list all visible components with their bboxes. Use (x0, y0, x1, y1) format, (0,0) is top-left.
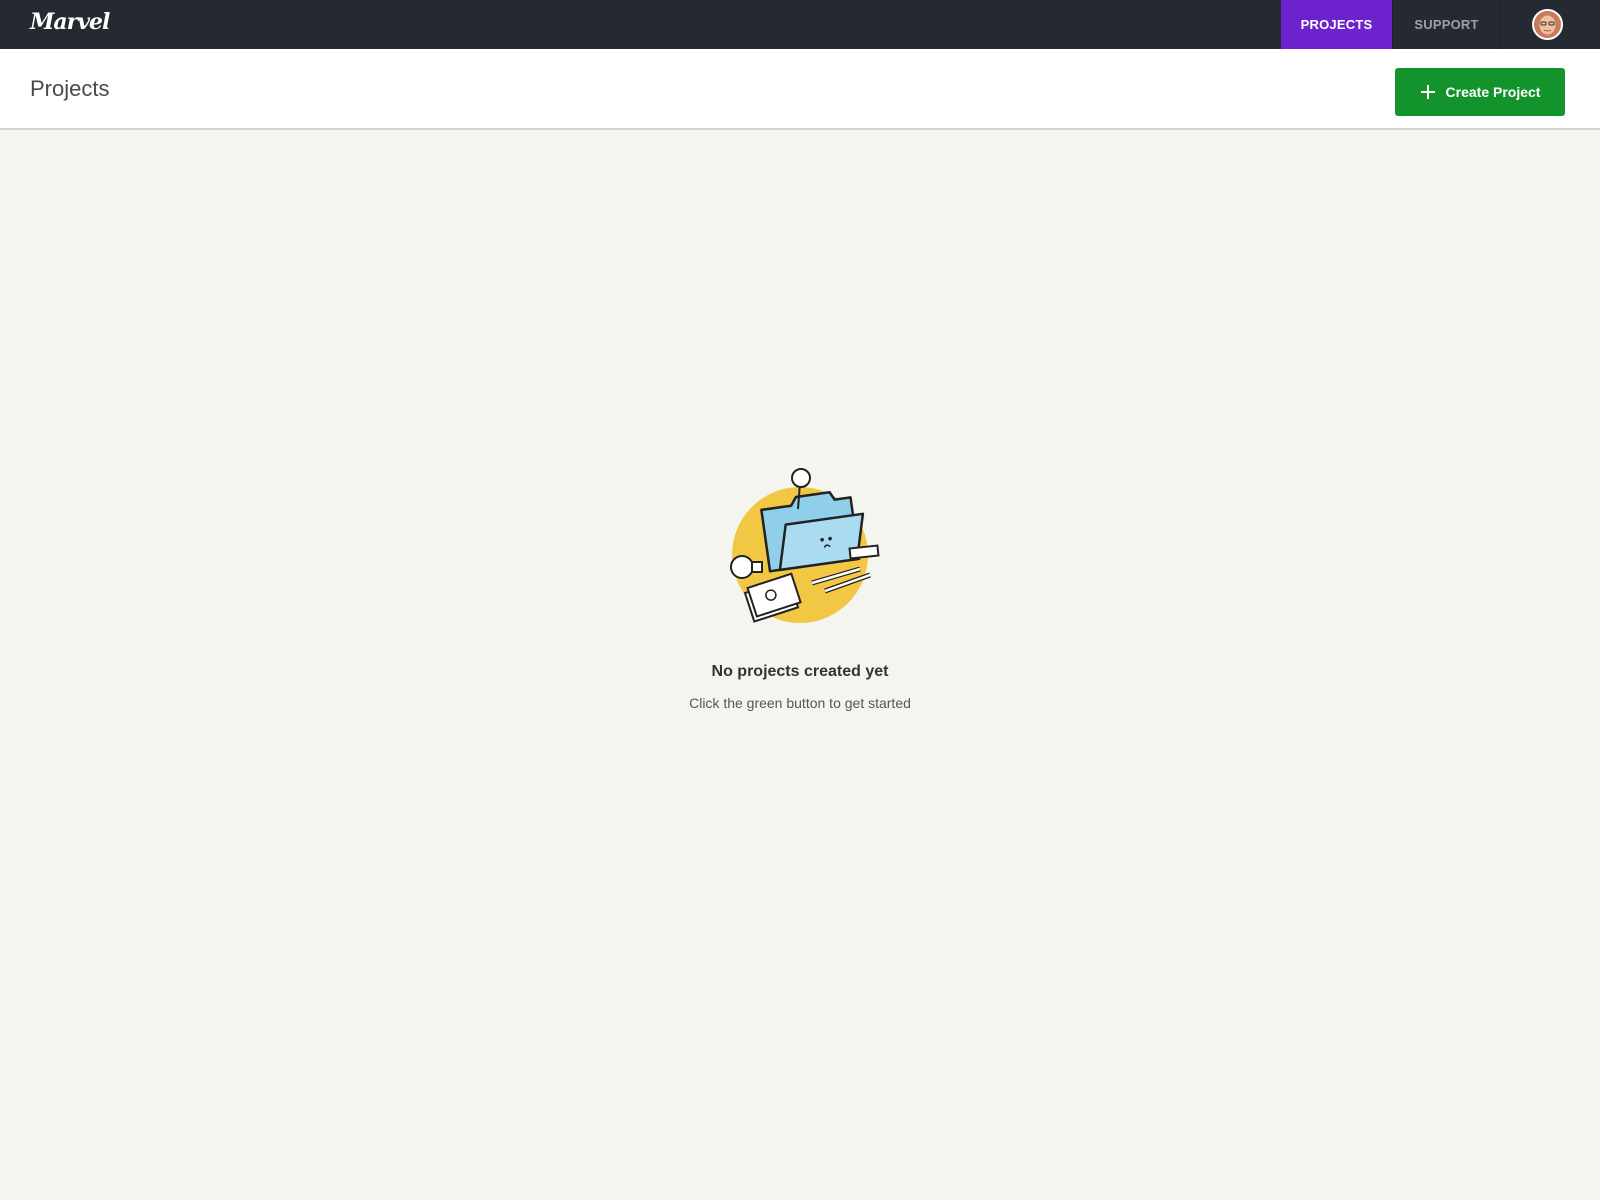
nav-tab-support[interactable]: SUPPORT (1392, 0, 1501, 49)
empty-state-subtitle: Click the green button to get started (689, 695, 911, 711)
top-navbar: Marvel PROJECTS SUPPORT (0, 0, 1600, 49)
empty-folder-illustration (730, 468, 880, 623)
page-title: Projects (30, 76, 110, 101)
create-project-label: Create Project (1445, 84, 1541, 100)
nav-tab-projects[interactable]: PROJECTS (1281, 0, 1392, 49)
plus-icon (1420, 84, 1436, 100)
empty-state-title: No projects created yet (711, 663, 889, 680)
page-header: Projects Create Project (0, 49, 1600, 130)
empty-state: No projects created yet Click the green … (600, 465, 1000, 711)
marvel-logo[interactable]: Marvel (30, 9, 110, 35)
user-avatar[interactable] (1532, 9, 1563, 40)
avatar-face-icon (1534, 11, 1561, 38)
create-project-button[interactable]: Create Project (1395, 68, 1565, 116)
